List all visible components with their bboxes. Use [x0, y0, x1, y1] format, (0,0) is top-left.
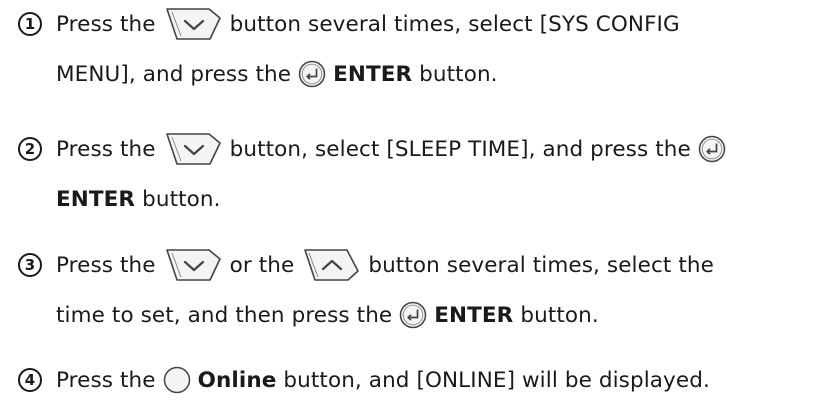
step-text: button several times, select [SYS CONFIG — [229, 11, 680, 37]
step-text: Press the — [56, 367, 156, 393]
step-4-line-1: 4 Press the Online button, and [ONLINE] … — [18, 362, 710, 398]
step-2-line-1: 2 Press the button, select [SLEEP TIME],… — [18, 131, 726, 167]
enter-label: ENTER — [333, 61, 413, 87]
step-3-line-1: 3 Press the or the button several times,… — [18, 247, 714, 283]
step-text: or the — [229, 252, 295, 278]
enter-label: ENTER — [434, 302, 514, 328]
step-text: button. — [419, 61, 498, 87]
step-2-line-2: ENTER button. — [56, 181, 221, 217]
step-text: Press the — [56, 252, 156, 278]
step-number: 1 — [18, 12, 42, 36]
step-text: button. — [142, 186, 221, 212]
step-text: Press the — [56, 11, 156, 37]
step-number: 3 — [18, 253, 42, 277]
step-text: button. — [520, 302, 599, 328]
step-3-line-2: time to set, and then press the ENTER bu… — [56, 297, 599, 333]
step-number: 4 — [18, 368, 42, 392]
step-text: button, and [ONLINE] will be displayed. — [283, 367, 710, 393]
instruction-page: 1 Press the button several times, select… — [0, 0, 815, 407]
step-text: time to set, and then press the — [56, 302, 393, 328]
down-arrow-button-icon — [163, 247, 223, 283]
step-text: Press the — [56, 136, 156, 162]
online-button-icon — [163, 366, 191, 394]
down-arrow-button-icon — [163, 131, 223, 167]
step-number: 2 — [18, 137, 42, 161]
down-arrow-button-icon — [163, 6, 223, 42]
step-text: button several times, select the — [368, 252, 714, 278]
step-1-line-2: MENU], and press the ENTER button. — [56, 56, 498, 92]
step-1-line-1: 1 Press the button several times, select… — [18, 6, 680, 42]
step-text: MENU], and press the — [56, 61, 292, 87]
enter-button-icon — [698, 135, 726, 163]
enter-button-icon — [298, 60, 326, 88]
step-text: button, select [SLEEP TIME], and press t… — [229, 136, 691, 162]
online-label: Online — [197, 367, 277, 393]
up-arrow-button-icon — [301, 247, 361, 283]
enter-label: ENTER — [56, 186, 136, 212]
enter-button-icon — [399, 301, 427, 329]
